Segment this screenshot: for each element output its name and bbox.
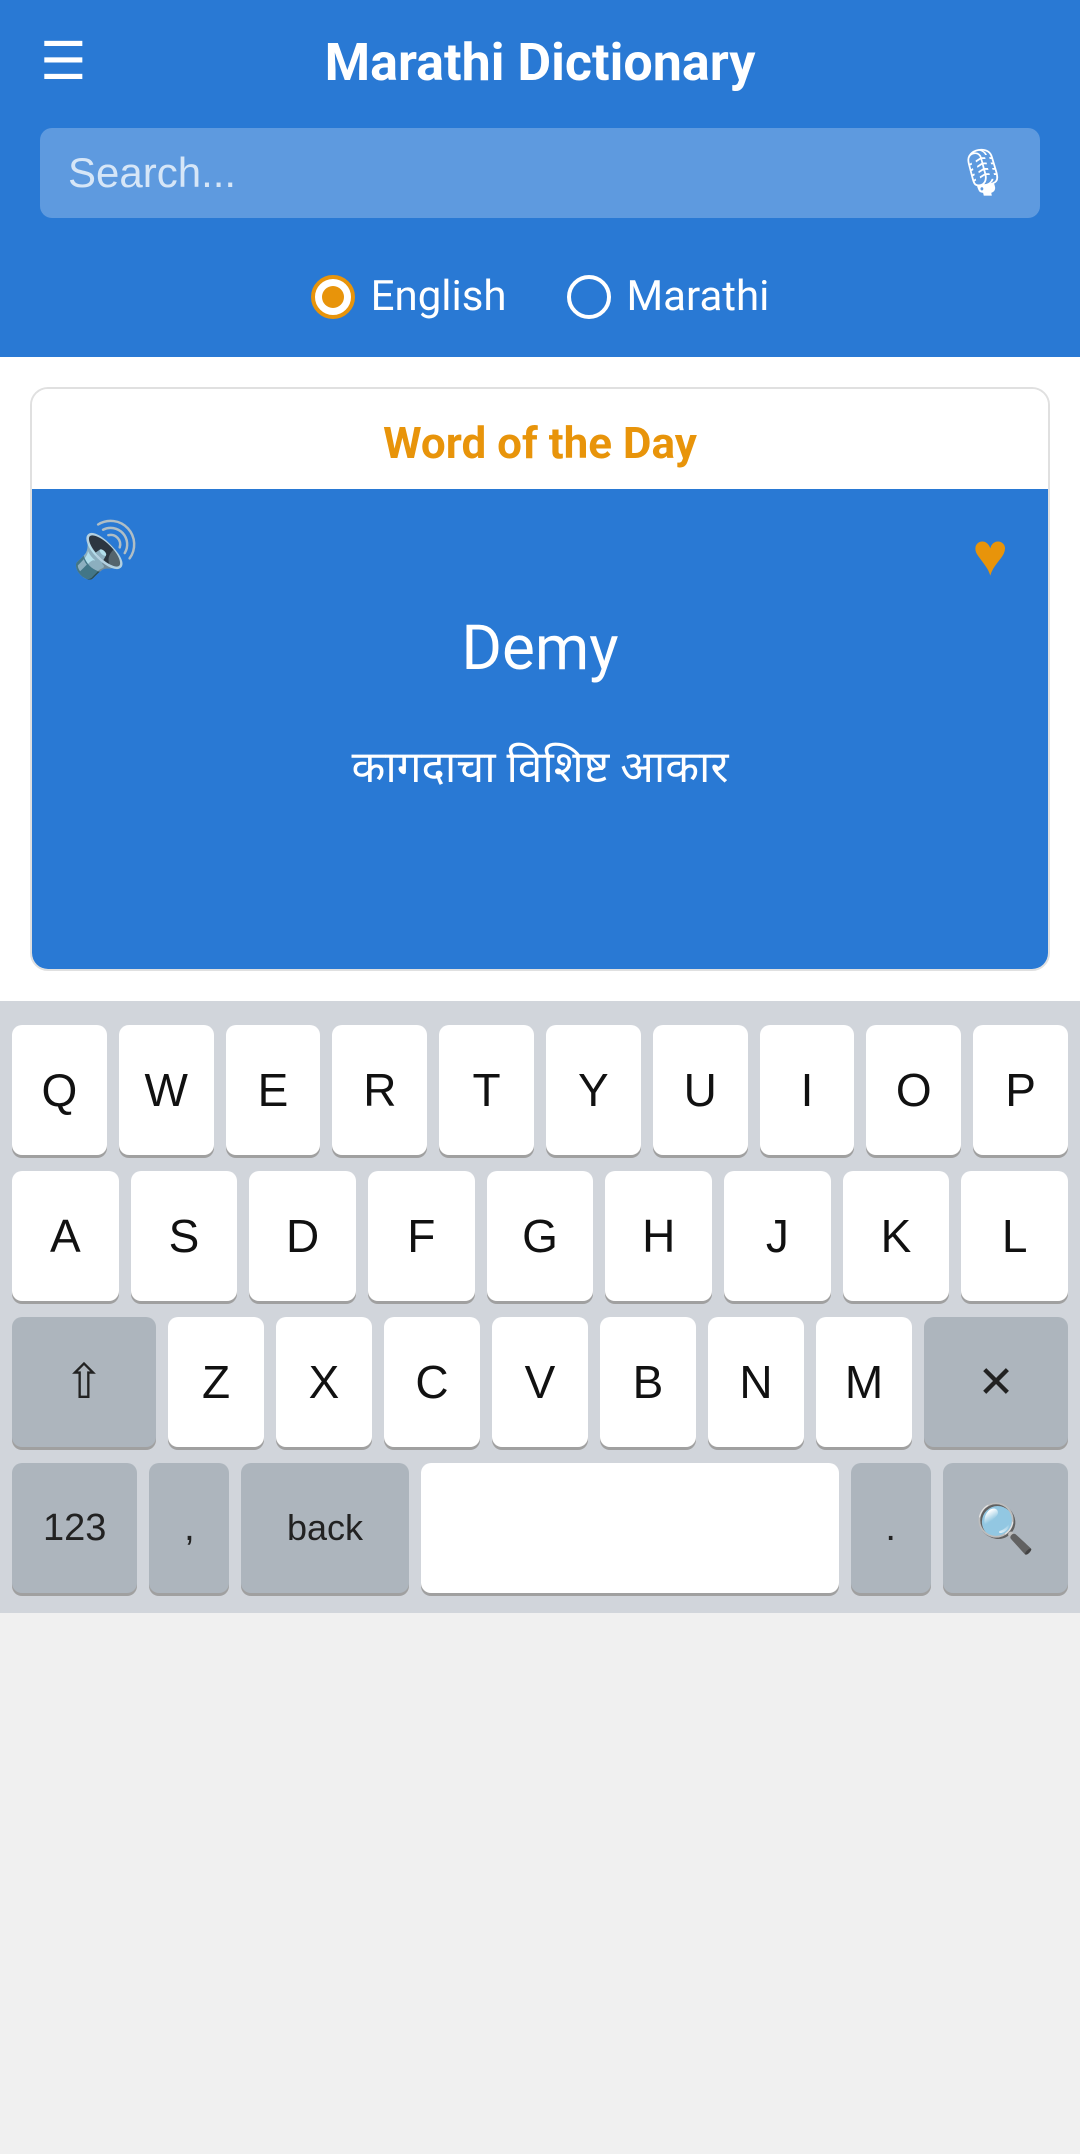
shift-key[interactable]: ⇧ [12, 1317, 156, 1447]
app-title: Marathi Dictionary [325, 32, 756, 93]
key-z[interactable]: Z [168, 1317, 264, 1447]
key-w[interactable]: W [119, 1025, 214, 1155]
comma-key[interactable]: , [149, 1463, 229, 1593]
key-i[interactable]: I [760, 1025, 855, 1155]
keyboard: Q W E R T Y U I O P A S D F G H J K L ⇧ … [0, 1001, 1080, 1613]
key-y[interactable]: Y [546, 1025, 641, 1155]
key-a[interactable]: A [12, 1171, 119, 1301]
key-t[interactable]: T [439, 1025, 534, 1155]
search-bar: 🎙 [40, 128, 1040, 218]
menu-icon[interactable]: ☰ [40, 36, 87, 88]
key-o[interactable]: O [866, 1025, 961, 1155]
sound-icon[interactable]: 🔊 [72, 519, 139, 582]
english-radio[interactable] [311, 275, 355, 319]
key-d[interactable]: D [249, 1171, 356, 1301]
key-j[interactable]: J [724, 1171, 831, 1301]
key-s[interactable]: S [131, 1171, 238, 1301]
wotd-translation: कागदाचा विशिष्ट आकार [72, 735, 1008, 795]
key-f[interactable]: F [368, 1171, 475, 1301]
key-l[interactable]: L [961, 1171, 1068, 1301]
mic-icon[interactable]: 🎙 [954, 146, 1012, 200]
wotd-title: Word of the Day [32, 389, 1048, 489]
key-v[interactable]: V [492, 1317, 588, 1447]
key-p[interactable]: P [973, 1025, 1068, 1155]
english-label: English [371, 272, 507, 321]
keyboard-row-3: ⇧ Z X C V B N M ✕ [0, 1309, 1080, 1455]
key-e[interactable]: E [226, 1025, 321, 1155]
period-key[interactable]: . [851, 1463, 931, 1593]
heart-icon[interactable]: ♥ [972, 519, 1008, 590]
marathi-radio[interactable] [567, 275, 611, 319]
keyboard-row-1: Q W E R T Y U I O P [0, 1017, 1080, 1163]
key-h[interactable]: H [605, 1171, 712, 1301]
key-g[interactable]: G [487, 1171, 594, 1301]
search-key[interactable]: 🔍 [943, 1463, 1068, 1593]
marathi-option[interactable]: Marathi [567, 272, 770, 321]
key-b[interactable]: B [600, 1317, 696, 1447]
space-key[interactable] [421, 1463, 839, 1593]
key-r[interactable]: R [332, 1025, 427, 1155]
english-option[interactable]: English [311, 272, 507, 321]
key-m[interactable]: M [816, 1317, 912, 1447]
backspace-key[interactable]: ✕ [924, 1317, 1068, 1447]
key-q[interactable]: Q [12, 1025, 107, 1155]
app-header: ☰ Marathi Dictionary [0, 0, 1080, 118]
wotd-word: Demy [72, 612, 1008, 685]
key-n[interactable]: N [708, 1317, 804, 1447]
keyboard-row-bottom: 123 , back . 🔍 [0, 1455, 1080, 1613]
word-of-day-container: Word of the Day 🔊 ♥ Demy कागदाचा विशिष्ट… [30, 387, 1050, 971]
language-selector: English Marathi [0, 248, 1080, 357]
key-k[interactable]: K [843, 1171, 950, 1301]
main-content: Word of the Day 🔊 ♥ Demy कागदाचा विशिष्ट… [0, 357, 1080, 1001]
key-c[interactable]: C [384, 1317, 480, 1447]
keyboard-row-2: A S D F G H J K L [0, 1163, 1080, 1309]
number-key[interactable]: 123 [12, 1463, 137, 1593]
wotd-card: 🔊 ♥ Demy कागदाचा विशिष्ट आकार [32, 489, 1048, 969]
search-bar-container: 🎙 [0, 118, 1080, 248]
back-key[interactable]: back [241, 1463, 408, 1593]
search-input[interactable] [68, 149, 954, 197]
marathi-label: Marathi [627, 272, 770, 321]
key-x[interactable]: X [276, 1317, 372, 1447]
key-u[interactable]: U [653, 1025, 748, 1155]
